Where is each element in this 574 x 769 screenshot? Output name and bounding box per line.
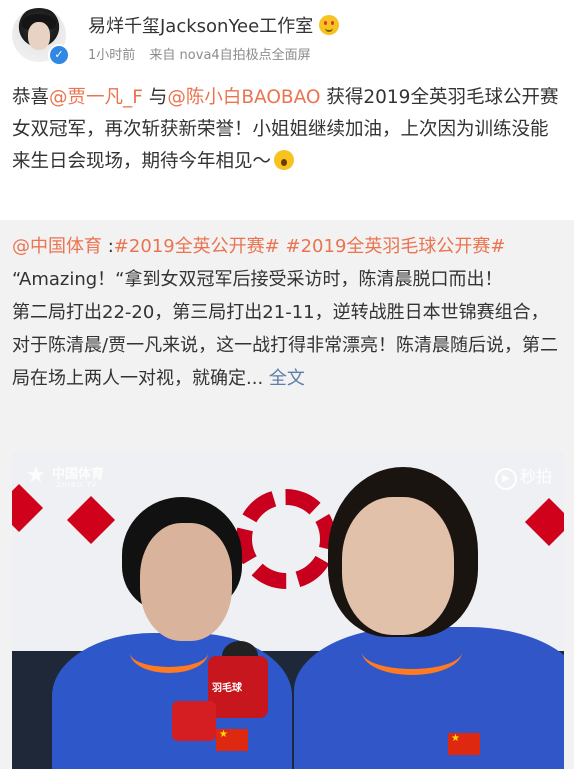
player-right-face bbox=[342, 497, 454, 635]
verified-badge-icon: ✓ bbox=[48, 44, 70, 66]
china-sports-logo-icon: ★ bbox=[26, 463, 46, 488]
china-flag-icon bbox=[216, 729, 248, 751]
china-flag-icon-2 bbox=[448, 733, 480, 755]
repost-header-line: @中国体育 :#2019全英公开赛# #2019全英羽毛球公开赛# bbox=[12, 230, 564, 263]
crown-emoji-icon bbox=[319, 15, 340, 35]
hashtag-1[interactable]: #2019全英公开赛# bbox=[114, 236, 280, 257]
play-icon: ▶ bbox=[494, 468, 517, 490]
repost-source-link[interactable]: @中国体育 bbox=[12, 236, 102, 257]
repost-card[interactable]: @中国体育 :#2019全英公开赛# #2019全英羽毛球公开赛# “Amazi… bbox=[0, 220, 574, 769]
post-time: 1小时前 bbox=[88, 48, 136, 63]
surprised-emoji-icon bbox=[274, 150, 295, 170]
mention-jia-yifan[interactable]: @贾一凡_F bbox=[49, 87, 143, 108]
mention-chen-xiaobai[interactable]: @陈小白BAOBAO bbox=[167, 87, 320, 108]
repost-text: @中国体育 :#2019全英公开赛# #2019全英羽毛球公开赛# “Amazi… bbox=[12, 230, 564, 395]
post-source[interactable]: 来自 nova4自拍极点全面屏 bbox=[149, 48, 310, 63]
video-thumbnail[interactable]: 羽毛球 ★ 中国体育 ZHIBO.TV ▶秒拍 bbox=[12, 451, 564, 769]
hashtag-2[interactable]: #2019全英羽毛球公开赛# bbox=[280, 236, 506, 257]
author-name-row[interactable]: 易烊千玺JacksonYee工作室 bbox=[88, 12, 340, 38]
post-meta: 1小时前 来自 nova4自拍极点全面屏 bbox=[88, 44, 321, 63]
watermark-right: ▶ 秒拍 bbox=[494, 463, 552, 490]
microphone-2-icon bbox=[172, 701, 216, 741]
repost-detail: 第二局打出22-20，第三局打出21-11，逆转战胜日本世锦赛组合，对于陈清晨/… bbox=[12, 296, 564, 395]
author-name[interactable]: 易烊千玺JacksonYee工作室 bbox=[88, 16, 313, 37]
miaopai-label: 秒拍 bbox=[519, 467, 552, 486]
microphone-label: 羽毛球 bbox=[212, 683, 242, 694]
post-prefix: 恭喜 bbox=[12, 87, 50, 108]
repost-colon: : bbox=[102, 236, 114, 257]
watermark-left-sub: ZHIBO.TV bbox=[56, 481, 98, 489]
watermark-left: 中国体育 bbox=[52, 467, 105, 482]
post-body: 恭喜@贾一凡_F 与@陈小白BAOBAO 获得2019全英羽毛球公开赛女双冠军，… bbox=[12, 82, 564, 178]
post-conj: 与 bbox=[142, 87, 168, 108]
player-left-face bbox=[140, 523, 232, 641]
tournament-logo-center bbox=[262, 515, 310, 563]
avatar-face bbox=[28, 22, 50, 50]
repost-quote: “Amazing！“拿到女双冠军后接受采访时，陈清晨脱口而出！ bbox=[12, 269, 503, 290]
full-text-link[interactable]: 全文 bbox=[263, 368, 305, 389]
